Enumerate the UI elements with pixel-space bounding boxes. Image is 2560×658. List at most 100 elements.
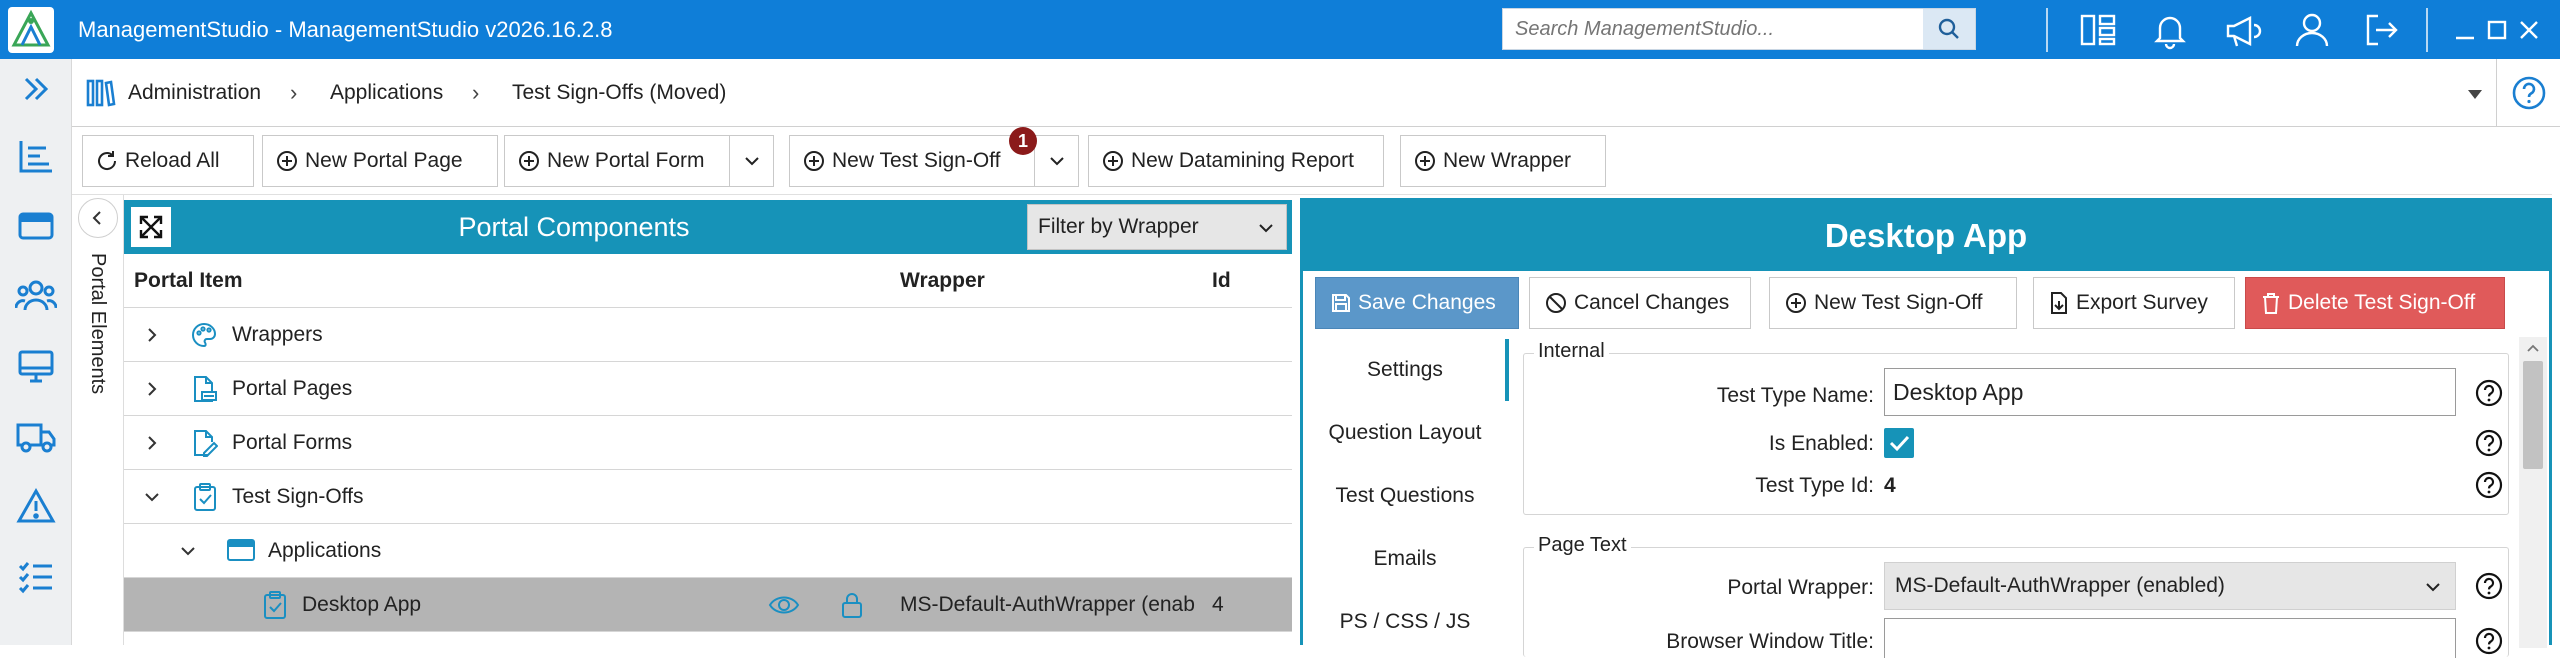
breadcrumb-item-current[interactable]: Test Sign-Offs (Moved)	[512, 59, 726, 127]
scrollbar-thumb[interactable]	[2523, 361, 2543, 469]
tab-ps-css-js[interactable]: PS / CSS / JS	[1303, 591, 1507, 653]
new-portal-form-dropdown[interactable]	[730, 135, 774, 187]
chevron-down-icon	[1259, 224, 1273, 233]
tree-row-portal-forms[interactable]: Portal Forms	[124, 416, 1292, 470]
is-enabled-checkbox[interactable]	[1884, 428, 1914, 458]
save-changes-button[interactable]: Save Changes	[1315, 277, 1519, 329]
portal-wrapper-value: MS-Default-AuthWrapper (enabled)	[1895, 574, 2225, 597]
test-type-id-value: 4	[1884, 474, 1896, 497]
megaphone-icon[interactable]	[2222, 10, 2262, 50]
sign-out-icon[interactable]	[2362, 10, 2402, 50]
new-datamining-report-button[interactable]: New Datamining Report	[1088, 135, 1384, 187]
portal-elements-side-tab[interactable]: Portal Elements	[72, 195, 124, 645]
browser-window-title-label: Browser Window Title:	[1666, 630, 1874, 653]
chevron-right-icon[interactable]	[142, 379, 162, 399]
tab-settings[interactable]: Settings	[1303, 339, 1507, 401]
layout-tree-icon[interactable]	[2078, 10, 2118, 50]
filter-dropdown[interactable]: Filter by Wrapper	[1027, 204, 1287, 250]
monitor-icon[interactable]	[14, 344, 58, 388]
user-icon[interactable]	[2292, 10, 2332, 50]
page-text-group-label: Page Text	[1534, 534, 1631, 557]
plus-circle-icon	[804, 151, 824, 171]
search-box[interactable]	[1502, 8, 1976, 50]
lock-icon[interactable]	[840, 590, 864, 620]
plus-circle-icon	[1103, 151, 1123, 171]
column-header-portal-item[interactable]: Portal Item	[134, 254, 243, 308]
tree-row-wrappers[interactable]: Wrappers	[124, 308, 1292, 362]
minimize-icon[interactable]	[2452, 18, 2478, 44]
panel-title: Portal Components	[458, 212, 690, 242]
tree-row-applications[interactable]: Applications	[124, 524, 1292, 578]
portal-elements-tab-label[interactable]: Portal Elements	[84, 253, 112, 403]
reload-all-button[interactable]: Reload All	[82, 135, 254, 187]
expand-arrows-icon[interactable]	[131, 207, 171, 247]
delete-test-signoff-button[interactable]: Delete Test Sign-Off	[2245, 277, 2505, 329]
delete-test-signoff-label: Delete Test Sign-Off	[2288, 291, 2476, 314]
breadcrumb-item-administration[interactable]: Administration	[128, 59, 261, 127]
maximize-icon[interactable]	[2484, 17, 2510, 43]
bell-icon[interactable]	[2150, 10, 2190, 50]
new-test-signoff-action-label: New Test Sign-Off	[1814, 291, 1983, 314]
is-enabled-label: Is Enabled:	[1768, 432, 1874, 455]
plus-circle-icon	[277, 151, 297, 171]
tab-test-questions[interactable]: Test Questions	[1303, 465, 1507, 527]
breadcrumb-dropdown-icon[interactable]	[2464, 83, 2486, 105]
tab-emails[interactable]: Emails	[1303, 528, 1507, 590]
save-changes-label: Save Changes	[1358, 291, 1496, 314]
new-portal-page-button[interactable]: New Portal Page	[262, 135, 498, 187]
plus-circle-icon	[519, 151, 539, 171]
cancel-changes-button[interactable]: Cancel Changes	[1529, 277, 1751, 329]
column-header-wrapper[interactable]: Wrapper	[900, 254, 985, 308]
eye-icon[interactable]	[768, 591, 800, 619]
doc-page-icon	[194, 376, 217, 402]
help-icon[interactable]	[2511, 75, 2547, 111]
left-navigation	[0, 59, 72, 645]
scroll-up-icon[interactable]	[2526, 343, 2540, 353]
application-window-icon[interactable]	[14, 204, 58, 248]
new-portal-form-button[interactable]: New Portal Form	[504, 135, 730, 187]
app-title: ManagementStudio - ManagementStudio v202…	[78, 17, 613, 42]
new-test-signoff-dropdown[interactable]	[1035, 135, 1079, 187]
help-icon[interactable]	[2474, 571, 2504, 601]
checklist-icon[interactable]	[14, 554, 58, 598]
search-input[interactable]	[1503, 9, 1923, 49]
new-wrapper-label: New Wrapper	[1443, 149, 1571, 172]
help-icon[interactable]	[2474, 378, 2504, 408]
search-icon[interactable]	[1923, 9, 1975, 49]
cancel-icon	[1546, 293, 1566, 313]
export-survey-button[interactable]: Export Survey	[2033, 277, 2235, 329]
chevron-left-icon	[92, 211, 101, 225]
browser-window-title-input[interactable]	[1884, 618, 2456, 658]
new-test-signoff-action-button[interactable]: New Test Sign-Off	[1769, 277, 2017, 329]
internal-group: Internal Test Type Name: Is Enabled: Tes…	[1523, 340, 2509, 515]
users-group-icon[interactable]	[14, 274, 58, 318]
breadcrumb-item-applications[interactable]: Applications	[330, 59, 443, 127]
new-test-signoff-button[interactable]: New Test Sign-Off	[789, 135, 1035, 187]
chevron-right-icon[interactable]	[142, 325, 162, 345]
cancel-changes-label: Cancel Changes	[1574, 291, 1730, 314]
chevron-down-icon[interactable]	[178, 541, 198, 561]
chevron-down-icon[interactable]	[142, 487, 162, 507]
close-icon[interactable]	[2516, 17, 2542, 43]
scrollbar[interactable]	[2519, 337, 2547, 648]
warning-icon[interactable]	[14, 484, 58, 528]
tree-row-desktop-app[interactable]: Desktop App MS-Default-AuthWrapper (enab…	[124, 578, 1292, 632]
test-type-name-input[interactable]	[1884, 368, 2456, 416]
column-header-id[interactable]: Id	[1212, 254, 1231, 308]
tab-question-layout[interactable]: Question Layout	[1303, 402, 1507, 464]
tree-row-portal-pages[interactable]: Portal Pages	[124, 362, 1292, 416]
expand-nav-icon[interactable]	[14, 67, 58, 111]
tree-row-test-signoffs[interactable]: Test Sign-Offs	[124, 470, 1292, 524]
help-icon[interactable]	[2474, 470, 2504, 500]
help-icon[interactable]	[2474, 626, 2504, 656]
truck-icon[interactable]	[14, 414, 58, 458]
timeline-list-icon[interactable]	[14, 134, 58, 178]
tree-row-label: Portal Forms	[232, 431, 353, 454]
portal-wrapper-select[interactable]: MS-Default-AuthWrapper (enabled)	[1884, 562, 2456, 610]
clipboard-check-icon	[194, 483, 216, 511]
new-wrapper-button[interactable]: New Wrapper	[1400, 135, 1606, 187]
breadcrumb: Administration › Applications › Test Sig…	[72, 59, 2496, 127]
chevron-right-icon[interactable]	[142, 433, 162, 453]
collapse-panel-button[interactable]	[78, 198, 118, 238]
help-icon[interactable]	[2474, 428, 2504, 458]
